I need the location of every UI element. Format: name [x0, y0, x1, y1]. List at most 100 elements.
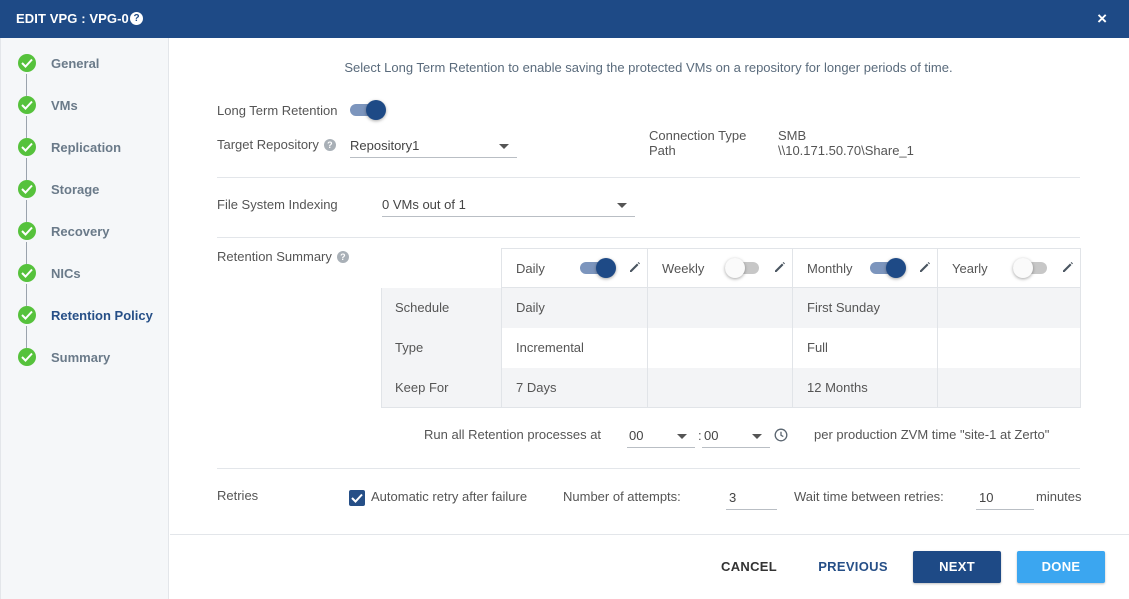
divider [217, 177, 1080, 178]
caret-down-icon [617, 203, 627, 208]
auto-retry-checkbox[interactable] [349, 490, 365, 506]
table-row: Keep For 7 Days 12 Months [381, 368, 1081, 408]
retention-summary-grid: Daily Weekly Monthly Yearly Schedule Dai… [381, 248, 1081, 408]
row-label: Keep For [395, 380, 449, 395]
cell-value: 12 Months [807, 380, 868, 395]
step-connector [26, 158, 27, 180]
step-connector [26, 326, 27, 348]
check-circle-icon [18, 180, 36, 198]
wizard-sidebar: General VMs Replication Storage Recovery… [0, 38, 169, 599]
run-time-label: Run all Retention processes at [424, 427, 602, 442]
path-value: \\10.171.50.70\Share_1 [778, 143, 914, 158]
cancel-button[interactable]: CANCEL [710, 551, 788, 583]
run-time-suffix: per production ZVM time "site-1 at Zerto… [814, 427, 1050, 442]
wait-time-input[interactable]: 10 [976, 484, 1034, 510]
connection-type-label: Connection Type [649, 128, 747, 143]
cell-value: First Sunday [807, 300, 880, 315]
step-connector [26, 284, 27, 306]
attempts-label: Number of attempts: [563, 489, 681, 504]
question-circle-icon[interactable]: ? [323, 139, 336, 151]
clock-icon[interactable] [774, 428, 788, 442]
dialog-title: EDIT VPG : VPG-0 [16, 11, 129, 26]
check-circle-icon [18, 222, 36, 240]
connection-type-value: SMB [778, 128, 807, 143]
row-label: Schedule [395, 300, 450, 315]
pencil-icon[interactable] [1062, 261, 1074, 273]
check-circle-icon [18, 306, 36, 324]
step-recovery[interactable]: Recovery [18, 221, 168, 241]
step-connector [26, 116, 27, 138]
row-label: Type [395, 340, 424, 355]
step-nics[interactable]: NICs [18, 263, 168, 283]
path-label: Path [649, 143, 676, 158]
cell-value: Daily [516, 300, 545, 315]
caret-down-icon [752, 434, 762, 439]
run-minute-select[interactable]: 00 [702, 424, 770, 448]
step-label: Summary [51, 350, 111, 365]
next-button[interactable]: NEXT [913, 551, 1001, 583]
step-summary[interactable]: Summary [18, 347, 168, 367]
step-connector [26, 200, 27, 222]
monthly-toggle[interactable] [870, 258, 906, 278]
pencil-icon[interactable] [919, 261, 931, 273]
check-circle-icon [18, 138, 36, 156]
cell-value: Incremental [516, 340, 584, 355]
caret-down-icon [499, 144, 509, 149]
step-label: VMs [51, 98, 78, 113]
retention-policy-panel: Select Long Term Retention to enable sav… [170, 38, 1129, 599]
intro-text: Select Long Term Retention to enable sav… [344, 60, 953, 75]
check-circle-icon [18, 54, 36, 72]
step-general[interactable]: General [18, 53, 168, 73]
target-repository-select[interactable]: Repository1 [350, 134, 517, 158]
file-system-indexing-label: File System Indexing [217, 197, 338, 212]
step-retention-policy[interactable]: Retention Policy [18, 305, 168, 325]
step-vms[interactable]: VMs [18, 95, 168, 115]
retention-summary-label: Retention Summary? [217, 249, 349, 264]
column-weekly-header: Weekly [647, 248, 792, 288]
step-connector [26, 74, 27, 96]
step-label: NICs [51, 266, 81, 281]
wait-time-unit: minutes [1036, 489, 1082, 504]
step-label: Replication [51, 140, 122, 155]
cell-value: Full [807, 340, 828, 355]
step-connector [26, 242, 27, 264]
divider [217, 468, 1080, 469]
step-label: Retention Policy [51, 308, 153, 323]
column-monthly-header: Monthly [792, 248, 937, 288]
column-daily-header: Daily [501, 248, 647, 288]
long-term-retention-label: Long Term Retention [217, 103, 338, 118]
step-label: Storage [51, 182, 100, 197]
table-row: Type Incremental Full [381, 328, 1081, 368]
step-storage[interactable]: Storage [18, 179, 168, 199]
dialog-titlebar: EDIT VPG : VPG-0 ? × [0, 0, 1129, 38]
caret-down-icon [677, 434, 687, 439]
check-circle-icon [18, 96, 36, 114]
footer-divider [170, 534, 1129, 535]
long-term-retention-toggle[interactable] [350, 100, 386, 120]
weekly-toggle[interactable] [725, 258, 761, 278]
wait-time-label: Wait time between retries: [794, 489, 944, 504]
check-circle-icon [18, 348, 36, 366]
close-icon[interactable]: × [1097, 9, 1107, 29]
question-circle-icon[interactable]: ? [336, 251, 349, 263]
table-row: Schedule Daily First Sunday [381, 288, 1081, 328]
file-system-indexing-select[interactable]: 0 VMs out of 1 [382, 193, 635, 217]
auto-retry-label[interactable]: Automatic retry after failure [371, 489, 527, 504]
check-circle-icon [18, 264, 36, 282]
step-label: General [51, 56, 100, 71]
done-button[interactable]: DONE [1017, 551, 1105, 583]
step-replication[interactable]: Replication [18, 137, 168, 157]
column-yearly-header: Yearly [937, 248, 1081, 288]
cell-value: 7 Days [516, 380, 557, 395]
pencil-icon[interactable] [774, 261, 786, 273]
attempts-input[interactable]: 3 [726, 484, 777, 510]
daily-toggle[interactable] [580, 258, 616, 278]
retries-label: Retries [217, 488, 259, 503]
run-hour-select[interactable]: 00 [627, 424, 695, 448]
pencil-icon[interactable] [629, 261, 641, 273]
previous-button[interactable]: PREVIOUS [810, 551, 896, 583]
divider [217, 237, 1080, 238]
question-circle-icon[interactable]: ? [130, 12, 143, 25]
step-label: Recovery [51, 224, 110, 239]
yearly-toggle[interactable] [1013, 258, 1049, 278]
